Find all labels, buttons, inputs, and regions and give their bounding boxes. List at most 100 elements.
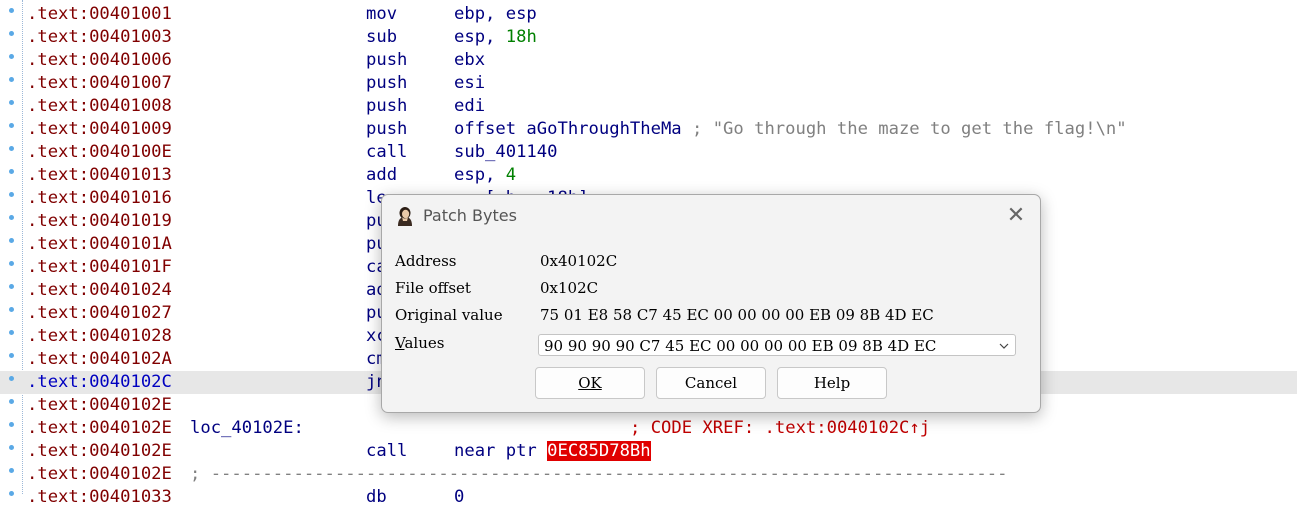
row-address[interactable]: .text:0040102C	[27, 371, 172, 394]
row-operands[interactable]: edi	[454, 95, 485, 118]
row-mnemonic[interactable]: mov	[366, 3, 397, 26]
row-address[interactable]: .text:00401033	[27, 486, 172, 509]
row-operand-text[interactable]: esp,	[454, 27, 506, 47]
row-operand-text[interactable]: ebp, esp	[454, 4, 537, 24]
bullet-dot-icon	[9, 123, 14, 128]
bullet-dot-icon	[9, 238, 14, 243]
row-mnemonic[interactable]: push	[366, 72, 407, 95]
ok-button[interactable]: OK	[535, 367, 645, 399]
row-operand-text[interactable]: sub_401140	[454, 142, 557, 162]
row-operand-text[interactable]: esi	[454, 73, 485, 93]
row-xref-comment[interactable]: ; CODE XREF: .text:0040102C↑j	[630, 417, 930, 440]
row-mnemonic[interactable]: push	[366, 95, 407, 118]
listing-row[interactable]: .text:00401001 mov ebp, esp	[0, 3, 1297, 26]
row-operand-text[interactable]: near ptr	[454, 441, 547, 461]
row-address[interactable]: .text:0040101F	[27, 256, 172, 279]
values-combobox[interactable]: 90 90 90 90 C7 45 EC 00 00 00 00 EB 09 8…	[538, 334, 1016, 356]
row-mnemonic[interactable]: db	[366, 486, 387, 509]
bullet-dot-icon	[9, 8, 14, 13]
row-operands[interactable]: esp, 18h	[454, 26, 537, 49]
bullet-dot-icon	[9, 261, 14, 266]
address-value: 0x40102C	[540, 252, 618, 270]
row-mnemonic[interactable]: call	[366, 141, 407, 164]
row-operands[interactable]: esi	[454, 72, 485, 95]
chevron-down-icon[interactable]	[997, 335, 1011, 357]
listing-row[interactable]: .text:00401003 sub esp, 18h	[0, 26, 1297, 49]
row-mnemonic[interactable]: call	[366, 440, 407, 463]
row-address[interactable]: .text:0040102E	[27, 440, 172, 463]
file-offset-value: 0x102C	[540, 279, 599, 297]
bullet-dot-icon	[9, 468, 14, 473]
original-value-label: Original value	[395, 306, 503, 324]
row-address[interactable]: .text:0040101A	[27, 233, 172, 256]
row-operands[interactable]: near ptr 0EC85D78Bh	[454, 440, 651, 463]
row-address[interactable]: .text:0040102E	[27, 463, 172, 486]
row-mnemonic[interactable]: push	[366, 118, 407, 141]
row-address[interactable]: .text:00401028	[27, 325, 172, 348]
listing-row[interactable]: .text:00401009 push offset aGoThroughTheMa…	[0, 118, 1297, 141]
listing-row[interactable]: .text:00401013 add esp, 4	[0, 164, 1297, 187]
row-address[interactable]: .text:00401008	[27, 95, 172, 118]
bullet-dot-icon	[9, 31, 14, 36]
row-immediate[interactable]: 18h	[506, 27, 537, 47]
values-input-text[interactable]: 90 90 90 90 C7 45 EC 00 00 00 00 EB 09 8…	[544, 337, 936, 355]
row-address[interactable]: .text:0040100E	[27, 141, 172, 164]
listing-row[interactable]: .text:00401033 db 0	[0, 486, 1297, 509]
help-button[interactable]: Help	[777, 367, 887, 399]
row-address[interactable]: .text:00401003	[27, 26, 172, 49]
row-address[interactable]: .text:00401001	[27, 3, 172, 26]
row-address[interactable]: .text:00401006	[27, 49, 172, 72]
row-operand-text[interactable]: ebx	[454, 50, 485, 70]
values-label-rest: alues	[404, 334, 445, 352]
bullet-dot-icon	[9, 330, 14, 335]
bullet-dot-icon	[9, 445, 14, 450]
row-address[interactable]: .text:00401013	[27, 164, 172, 187]
row-address[interactable]: .text:0040102A	[27, 348, 172, 371]
row-address[interactable]: .text:00401027	[27, 302, 172, 325]
dialog-titlebar[interactable]: Patch Bytes ✕	[382, 195, 1040, 237]
listing-row[interactable]: .text:0040102E ; ------------------------…	[0, 463, 1297, 486]
row-operand-text[interactable]: edi	[454, 96, 485, 116]
listing-row[interactable]: .text:0040102E call near ptr 0EC85D78Bh	[0, 440, 1297, 463]
row-address[interactable]: .text:00401009	[27, 118, 172, 141]
row-operands[interactable]: 0	[454, 486, 464, 509]
row-mnemonic[interactable]: push	[366, 49, 407, 72]
row-operand-text[interactable]: esp,	[454, 165, 506, 185]
row-address[interactable]: .text:00401019	[27, 210, 172, 233]
bullet-dot-icon	[9, 353, 14, 358]
row-mnemonic[interactable]: add	[366, 164, 397, 187]
listing-row[interactable]: .text:0040100E call sub_401140	[0, 141, 1297, 164]
bullet-dot-icon	[9, 192, 14, 197]
row-operand-text[interactable]: offset aGoThroughTheMa	[454, 119, 682, 139]
listing-row[interactable]: .text:00401006 push ebx	[0, 49, 1297, 72]
row-separator: ; --------------------------------------…	[190, 464, 1008, 484]
ida-portrait-icon	[393, 204, 417, 228]
row-operands[interactable]: sub_401140	[454, 141, 557, 164]
row-operands[interactable]: esp, 4	[454, 164, 516, 187]
row-bad-target[interactable]: 0EC85D78Bh	[547, 441, 651, 461]
patch-bytes-dialog: Patch Bytes ✕ Address 0x40102C File offs…	[381, 194, 1041, 413]
row-address[interactable]: .text:00401024	[27, 279, 172, 302]
row-immediate[interactable]: 4	[506, 165, 516, 185]
values-label: Values	[395, 334, 444, 352]
row-operand-text[interactable]: 0	[454, 487, 464, 507]
address-label: Address	[395, 252, 457, 270]
row-operands[interactable]: ebp, esp	[454, 3, 537, 26]
bullet-dot-icon	[9, 376, 14, 381]
row-operands[interactable]: offset aGoThroughTheMa ; "Go through the…	[454, 118, 1127, 141]
cancel-button[interactable]: Cancel	[656, 367, 766, 399]
listing-row[interactable]: .text:00401008 push edi	[0, 95, 1297, 118]
listing-row[interactable]: .text:0040102E loc_40102E: ; CODE XREF: .t…	[0, 417, 1297, 440]
listing-row[interactable]: .text:00401007 push esi	[0, 72, 1297, 95]
bullet-dot-icon	[9, 284, 14, 289]
original-value: 75 01 E8 58 C7 45 EC 00 00 00 00 EB 09 8…	[540, 306, 934, 324]
row-label[interactable]: loc_40102E:	[190, 417, 304, 440]
row-address[interactable]: .text:00401016	[27, 187, 172, 210]
row-address[interactable]: .text:00401007	[27, 72, 172, 95]
row-mnemonic[interactable]: sub	[366, 26, 397, 49]
bullet-dot-icon	[9, 54, 14, 59]
row-address[interactable]: .text:0040102E	[27, 394, 172, 417]
close-icon[interactable]: ✕	[1002, 203, 1030, 229]
row-address[interactable]: .text:0040102E	[27, 417, 172, 440]
row-operands[interactable]: ebx	[454, 49, 485, 72]
